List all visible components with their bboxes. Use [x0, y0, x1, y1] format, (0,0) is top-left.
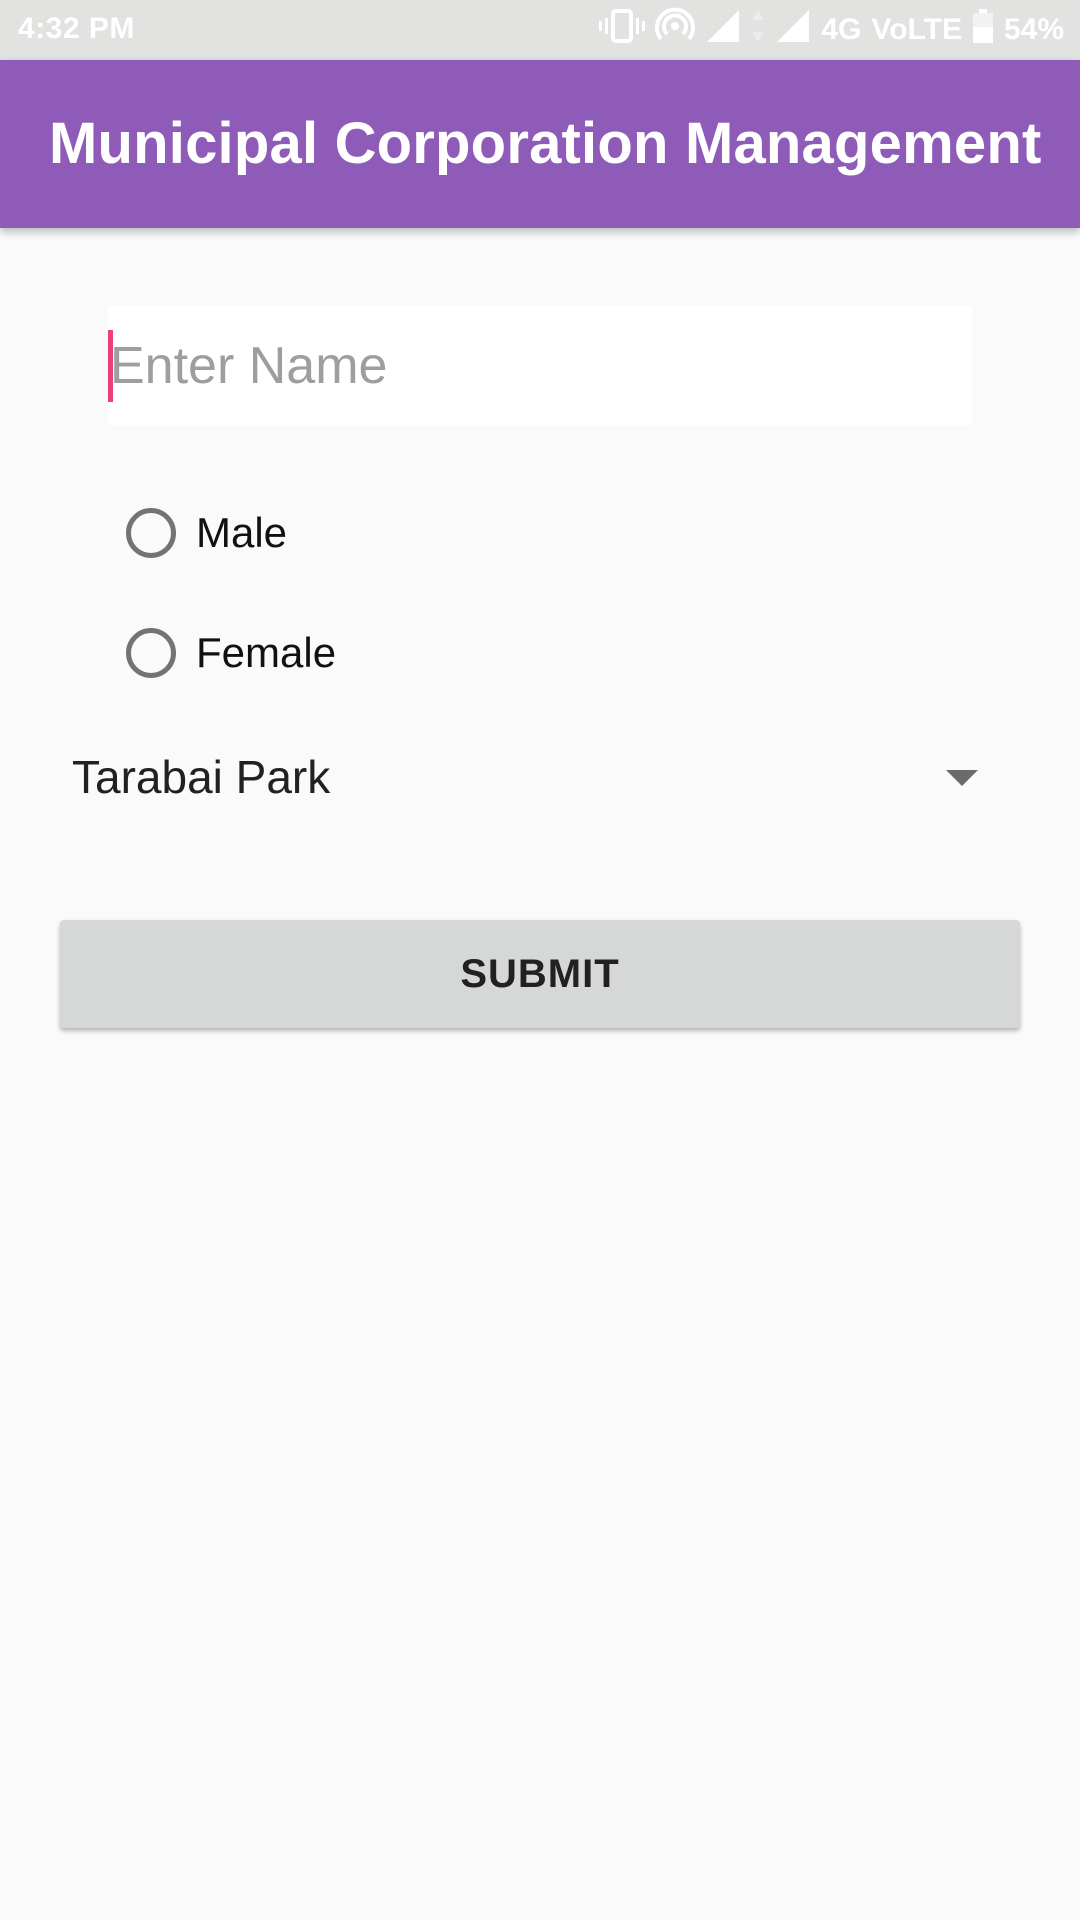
status-time: 4:32 PM: [18, 12, 135, 45]
status-bar: 4:32 PM 4G VoLTE 54%: [0, 0, 1080, 60]
radio-circle-icon[interactable]: [126, 508, 176, 558]
screen: 4:32 PM 4G VoLTE 54% Municipal Corporati…: [0, 0, 1080, 1920]
name-input[interactable]: [110, 306, 960, 425]
app-title: Municipal Corporation Management: [49, 111, 1042, 176]
spinner-selected-value: Tarabai Park: [72, 751, 331, 803]
dropdown-arrow-icon[interactable]: [946, 770, 978, 786]
area-spinner[interactable]: Tarabai Park: [72, 740, 992, 820]
volte-label: VoLTE: [871, 13, 962, 46]
radio-female[interactable]: Female: [126, 623, 336, 683]
data-arrows-icon: [751, 8, 765, 52]
submit-button[interactable]: SUBMIT: [60, 920, 1020, 1028]
radio-label-male: Male: [196, 509, 288, 556]
network-type-label: 4G: [821, 13, 862, 46]
app-bar: Municipal Corporation Management: [0, 60, 1080, 228]
radio-circle-icon[interactable]: [126, 628, 176, 678]
radio-male[interactable]: Male: [126, 503, 287, 563]
battery-icon: [972, 8, 994, 52]
text-cursor: [108, 330, 113, 402]
name-field-container: [108, 306, 972, 425]
status-icons: 4G VoLTE 54%: [589, 6, 1064, 54]
battery-percent: 54%: [1003, 13, 1064, 46]
signal-icon: [705, 8, 741, 52]
radio-label-female: Female: [196, 629, 337, 676]
hotspot-icon: [655, 6, 696, 54]
vibrate-icon: [599, 8, 646, 52]
signal-icon: [775, 8, 811, 52]
